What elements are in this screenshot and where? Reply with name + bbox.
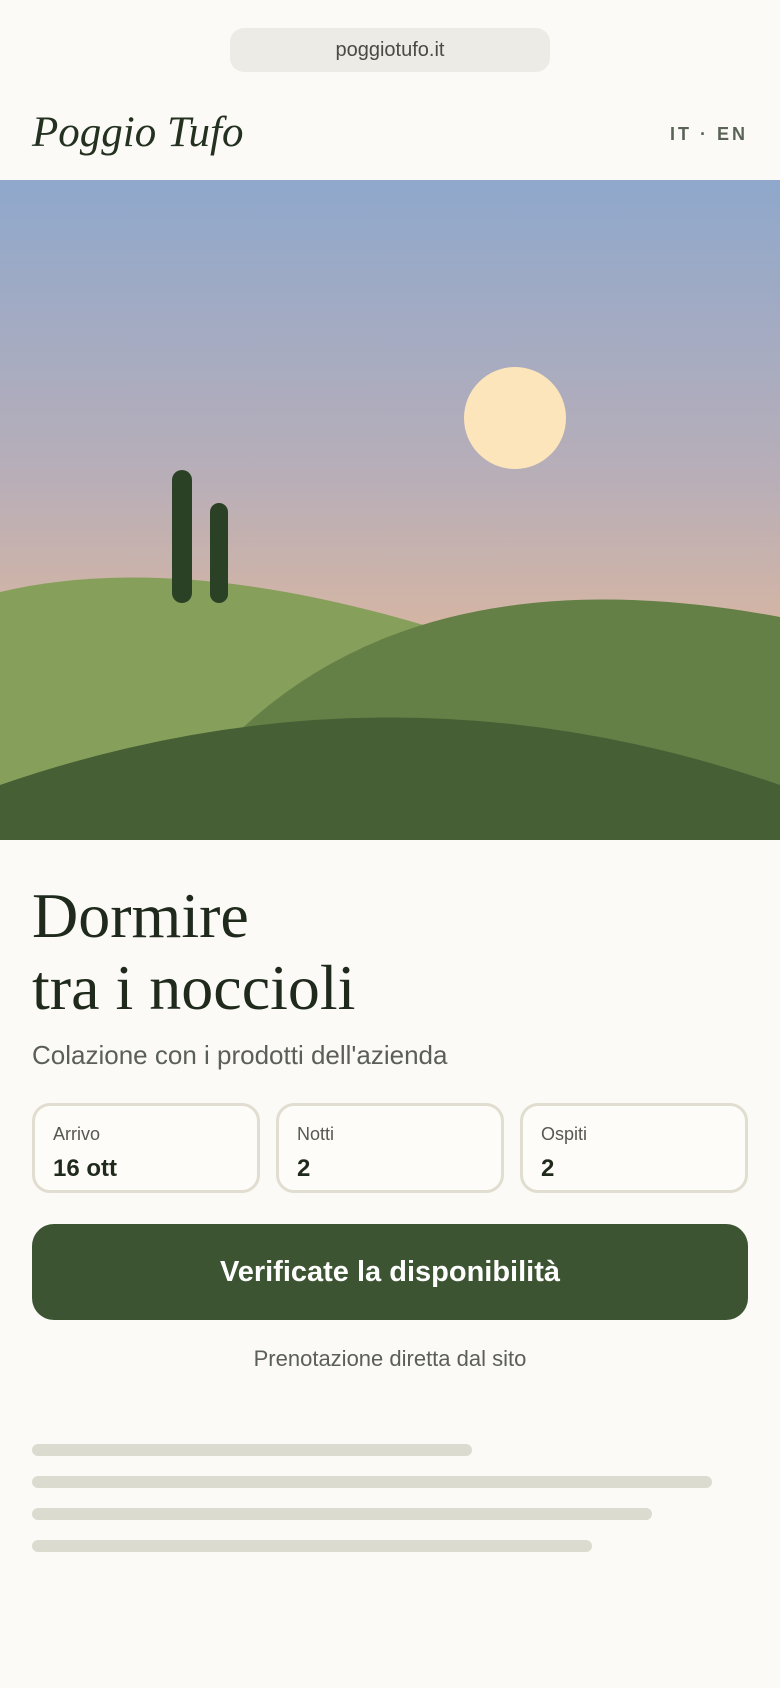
hero-illustration: [0, 180, 780, 840]
arrival-label: Arrivo: [53, 1124, 101, 1144]
site-header: Poggio Tufo IT · EN: [0, 90, 780, 180]
page-title: Dormire tra i noccioli: [32, 880, 748, 1024]
brand-logo[interactable]: Poggio Tufo: [32, 108, 243, 157]
cypress-tall: [172, 470, 192, 603]
language-switcher: IT · EN: [670, 124, 748, 145]
intro-section: Dormire tra i noccioli Colazione con i p…: [32, 880, 748, 1071]
landscape-illustration: [0, 180, 780, 840]
title-line-1: Dormire: [32, 880, 249, 951]
placeholder-line: [32, 1476, 712, 1488]
check-availability-button[interactable]: Verificate la disponibilità: [32, 1224, 748, 1320]
lang-it-link[interactable]: IT: [670, 124, 692, 145]
placeholder-line: [32, 1444, 472, 1456]
placeholder-line: [32, 1508, 652, 1520]
lang-separator: ·: [699, 124, 709, 144]
page-subtitle: Colazione con i prodotti dell'azienda: [32, 1040, 448, 1070]
booking-fields: Arrivo 16 ott Notti 2 Ospiti 2: [32, 1103, 748, 1193]
guests-label: Ospiti: [541, 1124, 588, 1144]
title-line-2: tra i noccioli: [32, 952, 356, 1023]
placeholder-line: [32, 1540, 592, 1552]
guests-field[interactable]: Ospiti 2: [520, 1103, 748, 1193]
booking-note: Prenotazione diretta dal sito: [253, 1346, 527, 1371]
nights-label: Notti: [297, 1124, 335, 1144]
lang-en-link[interactable]: EN: [717, 124, 748, 145]
nights-field[interactable]: Notti 2: [276, 1103, 504, 1193]
arrival-field[interactable]: Arrivo 16 ott: [32, 1103, 260, 1193]
cypress-short: [210, 503, 228, 603]
guests-value: 2: [541, 1155, 555, 1182]
url-bar[interactable]: poggiotufo.it: [230, 28, 550, 72]
url-text: poggiotufo.it: [335, 38, 445, 61]
arrival-value: 16 ott: [53, 1155, 118, 1182]
sun: [464, 367, 566, 469]
nights-value: 2: [297, 1155, 311, 1182]
